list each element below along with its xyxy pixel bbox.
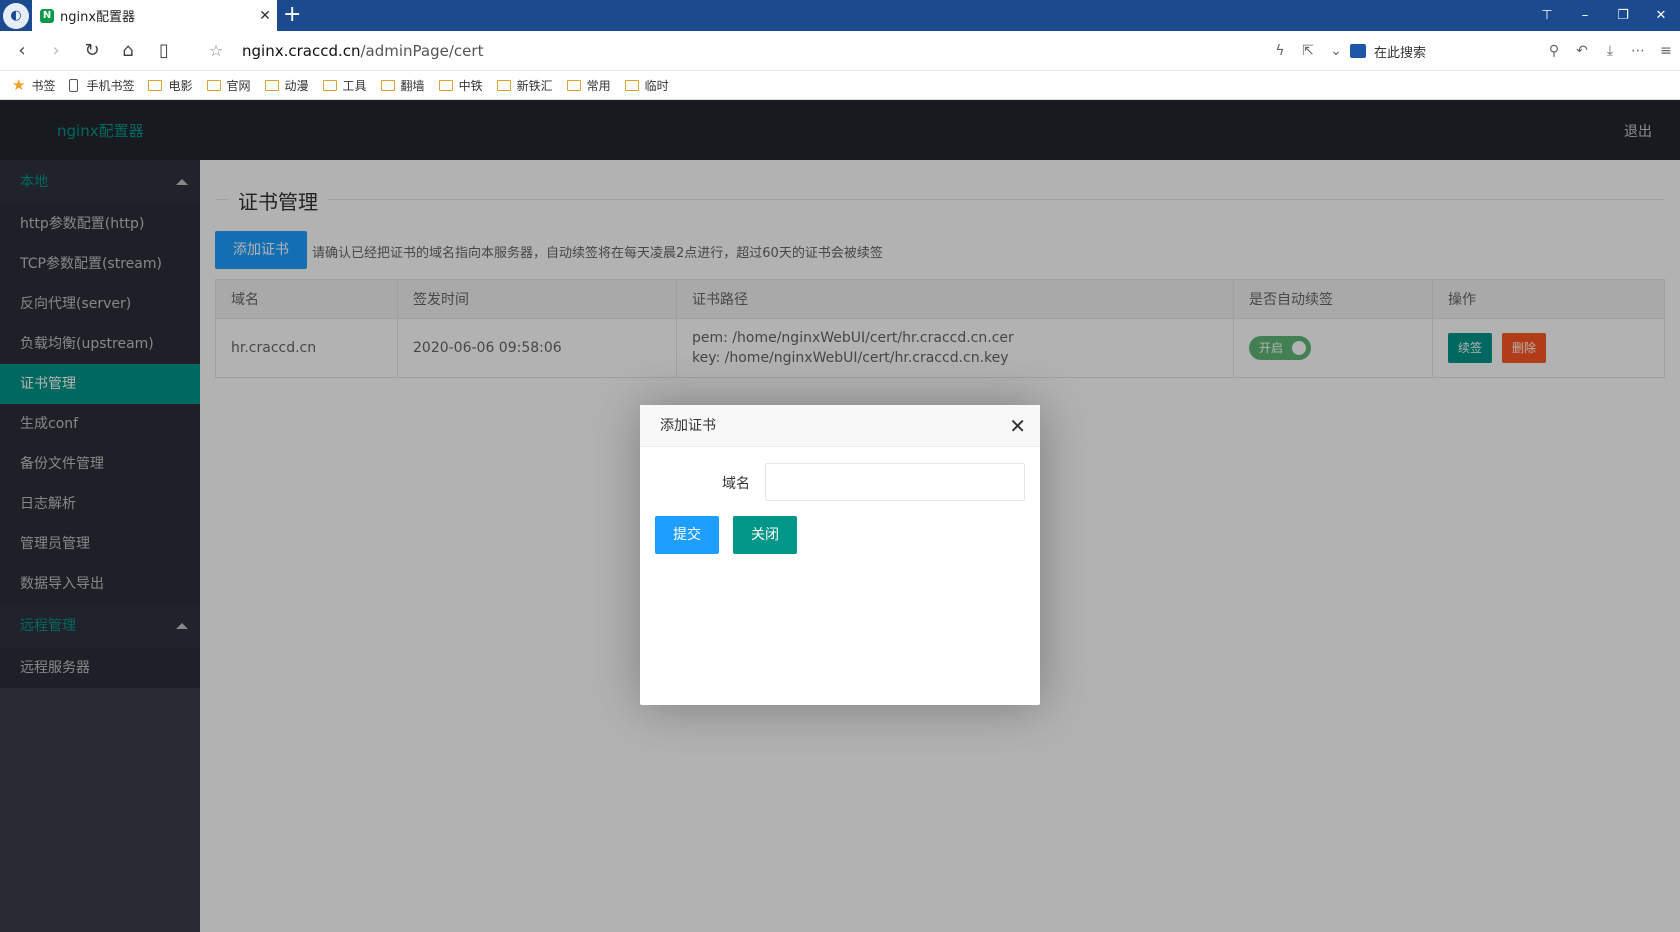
browser-tabbar: ◐ N nginx配置器 ✕ + ⊤ – ❐ ✕ [0,0,1680,31]
address-right-tools: ϟ ⇱ ⌄ 在此搜索 ⚲ ↶ ⤓ ⋯ ≡ [1266,39,1680,63]
star-icon: ★ [12,76,26,94]
bookmark-item[interactable]: 中铁 [438,77,483,94]
download-icon[interactable]: ⤓ [1596,43,1624,59]
bookmarks-bar: ★ 书签 手机书签 电影 官网 动漫 工具 翻墙 中铁 新铁汇 常用 临时 [0,71,1680,100]
url-host: nginx.craccd.cn [242,42,361,60]
search-engine-icon [1350,44,1366,58]
window-controls: ⊤ – ❐ ✕ [1528,0,1680,31]
bookmark-item[interactable]: 翻墙 [380,77,425,94]
menu-icon[interactable]: ≡ [1652,43,1680,59]
search-box[interactable]: 在此搜索 [1350,42,1540,61]
undo-icon[interactable]: ↶ [1568,43,1596,59]
domain-label: 域名 [722,476,750,492]
folder-icon [566,79,581,91]
bookmark-label: 新铁汇 [516,78,553,93]
close-button[interactable]: 关闭 [733,516,797,554]
folder-icon [148,79,163,91]
new-tab-icon[interactable]: + [283,2,301,28]
tab-title: nginx配置器 [60,10,136,25]
close-icon[interactable]: ✕ [1009,415,1026,437]
submit-button[interactable]: 提交 [655,516,719,554]
shirt-skin-icon[interactable]: ⊤ [1528,0,1566,31]
folder-icon [206,79,221,91]
bookmark-item[interactable]: 官网 [206,77,251,94]
domain-input[interactable] [765,463,1025,501]
bookmark-label: 翻墙 [400,78,425,93]
back-icon[interactable]: ‹ [10,39,34,63]
folder-icon [380,79,395,91]
add-cert-dialog: 添加证书 ✕ 域名 提交 关闭 [640,405,1040,705]
more-icon[interactable]: ⋯ [1624,43,1652,59]
bookmark-label: 动漫 [284,78,309,93]
window-close-icon[interactable]: ✕ [1642,0,1680,31]
tab-close-icon[interactable]: ✕ [253,8,277,24]
share-icon[interactable]: ⇱ [1294,43,1322,59]
chevron-down-icon[interactable]: ⌄ [1322,43,1350,59]
folder-icon [322,79,337,91]
folder-icon [264,79,279,91]
bookmark-label: 电影 [168,78,193,93]
bookmark-item[interactable]: 临时 [624,77,669,94]
bookmark-label: 中铁 [458,78,483,93]
browser-tab[interactable]: N nginx配置器 ✕ [32,0,277,31]
bookmark-star-icon[interactable]: ☆ [204,39,228,63]
bookmark-label: 工具 [342,78,367,93]
home-icon[interactable]: ⌂ [116,39,140,63]
search-icon[interactable]: ⚲ [1540,43,1568,59]
browser-logo-icon[interactable]: ◐ [3,3,29,29]
bookmark-item[interactable]: 动漫 [264,77,309,94]
bookmark-item[interactable]: 电影 [148,77,193,94]
bookmark-label: 官网 [226,78,251,93]
bookmark-item[interactable]: 常用 [566,77,611,94]
bookmark-label: 常用 [586,78,611,93]
bookmark-label: 书签 [31,78,56,93]
url-path: /adminPage/cert [360,42,484,60]
phone-icon [69,78,79,92]
url-field[interactable]: nginx.craccd.cn/adminPage/cert [242,42,483,60]
restore-icon[interactable]: ❐ [1604,0,1642,31]
reader-icon[interactable]: ▯ [152,39,176,63]
minimize-icon[interactable]: – [1566,0,1604,31]
folder-icon [496,79,511,91]
reload-icon[interactable]: ↻ [80,39,104,63]
bookmark-item[interactable]: 手机书签 [69,77,134,94]
bookmark-label: 手机书签 [86,78,135,93]
folder-icon [624,79,639,91]
bookmark-item[interactable]: ★ 书签 [12,76,55,94]
nginx-favicon-icon: N [40,8,54,23]
bookmark-item[interactable]: 新铁汇 [496,77,553,94]
lightning-icon[interactable]: ϟ [1266,43,1294,59]
search-placeholder: 在此搜索 [1374,45,1427,61]
folder-icon [438,79,453,91]
bookmark-item[interactable]: 工具 [322,77,367,94]
bookmark-label: 临时 [644,78,669,93]
dialog-title: 添加证书 [640,405,1040,447]
address-bar: ‹ › ↻ ⌂ ▯ ☆ nginx.craccd.cn/adminPage/ce… [0,31,1680,71]
forward-icon[interactable]: › [44,39,68,63]
